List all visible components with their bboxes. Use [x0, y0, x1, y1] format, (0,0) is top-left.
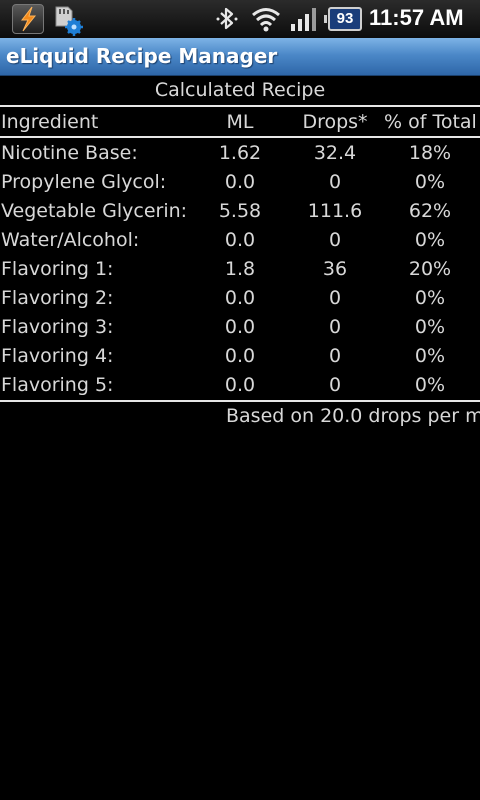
ingredient-ml: 0.0 [224, 345, 256, 367]
ingredient-percent: 0% [414, 345, 446, 367]
ingredient-percent: 20% [408, 258, 452, 280]
ingredient-percent: 62% [408, 200, 452, 222]
ingredient-drops: 36 [322, 258, 348, 280]
table-row: Water/Alcohol: 0.0 0 0% [0, 226, 480, 255]
ingredient-name: Vegetable Glycerin: [1, 200, 188, 222]
table-row: Flavoring 5: 0.0 0 0% [0, 371, 480, 400]
ingredient-percent: 0% [414, 229, 446, 251]
ingredient-percent: 0% [414, 171, 446, 193]
column-header-percent: % of Total [384, 111, 477, 133]
ingredient-name: Flavoring 3: [1, 316, 114, 338]
ingredient-drops: 0 [328, 316, 342, 338]
ingredient-percent: 0% [414, 287, 446, 309]
ingredient-drops: 0 [328, 345, 342, 367]
table-row: Flavoring 2: 0.0 0 0% [0, 284, 480, 313]
table-row: Vegetable Glycerin: 5.58 111.6 62% [0, 197, 480, 226]
ingredient-name: Nicotine Base: [1, 142, 138, 164]
ingredient-ml: 1.8 [224, 258, 256, 280]
status-bar: 93 11:57 AM [0, 0, 480, 38]
ingredient-drops: 0 [328, 287, 342, 309]
ingredient-name: Flavoring 5: [1, 374, 114, 396]
ingredient-drops: 0 [328, 229, 342, 251]
column-header-drops: Drops* [302, 111, 368, 133]
ingredient-name: Flavoring 2: [1, 287, 114, 309]
battery-icon: 93 [324, 7, 362, 31]
bluetooth-icon [214, 6, 240, 32]
divider [0, 400, 480, 402]
ingredient-percent: 0% [414, 374, 446, 396]
table-row: Nicotine Base: 1.62 32.4 18% [0, 139, 480, 168]
ingredient-ml: 0.0 [224, 374, 256, 396]
ingredient-name: Propylene Glycol: [1, 171, 167, 193]
drops-footnote: Based on 20.0 drops per ml [226, 405, 480, 427]
table-row: Flavoring 4: 0.0 0 0% [0, 342, 480, 371]
app-title-bar: eLiquid Recipe Manager [0, 38, 480, 76]
ingredient-percent: 0% [414, 316, 446, 338]
column-header-ingredient: Ingredient [1, 111, 99, 133]
flash-icon [12, 4, 44, 34]
ingredient-ml: 0.0 [224, 171, 256, 193]
table-row: Flavoring 1: 1.8 36 20% [0, 255, 480, 284]
sd-card-settings-icon [54, 4, 84, 36]
ingredient-name: Flavoring 1: [1, 258, 114, 280]
ingredient-drops: 111.6 [307, 200, 363, 222]
divider [0, 136, 480, 138]
wifi-icon [250, 6, 282, 32]
table-row: Flavoring 3: 0.0 0 0% [0, 313, 480, 342]
section-title: Calculated Recipe [154, 79, 326, 101]
ingredient-percent: 18% [408, 142, 452, 164]
ingredient-name: Water/Alcohol: [1, 229, 140, 251]
signal-icon [290, 6, 320, 32]
table-row: Propylene Glycol: 0.0 0 0% [0, 168, 480, 197]
ingredient-ml: 0.0 [224, 316, 256, 338]
divider [0, 105, 480, 107]
ingredient-ml: 0.0 [224, 287, 256, 309]
ingredient-ml: 5.58 [218, 200, 262, 222]
app-title: eLiquid Recipe Manager [6, 44, 278, 68]
ingredient-drops: 0 [328, 171, 342, 193]
column-header-ml: ML [226, 111, 254, 133]
ingredient-drops: 0 [328, 374, 342, 396]
ingredient-name: Flavoring 4: [1, 345, 114, 367]
ingredient-ml: 1.62 [218, 142, 262, 164]
ingredient-ml: 0.0 [224, 229, 256, 251]
ingredient-drops: 32.4 [313, 142, 357, 164]
status-clock: 11:57 AM [369, 5, 464, 30]
table-header: Ingredient ML Drops* % of Total [0, 108, 480, 137]
